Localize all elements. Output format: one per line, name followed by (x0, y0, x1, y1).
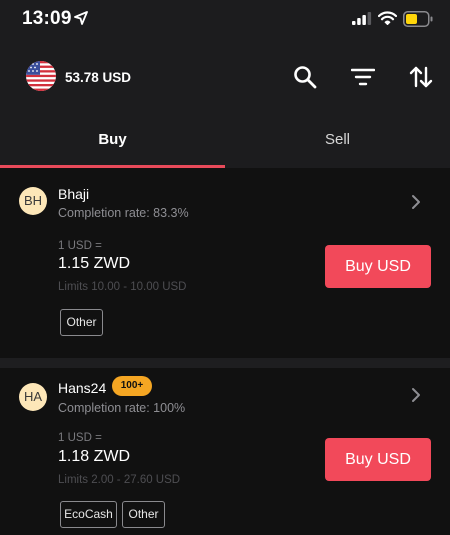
header: 53.78 USD (0, 40, 450, 114)
buy-usd-button[interactable]: Buy USD (325, 245, 431, 288)
trade-count-badge: 100+ (112, 376, 152, 396)
payment-method-tag: Other (60, 309, 103, 336)
chevron-right-icon[interactable] (410, 387, 422, 403)
offer-card[interactable]: BH Bhaji Completion rate: 83.3% 1 USD = … (0, 168, 450, 358)
offer-divider (0, 358, 450, 368)
rate-label: 1 USD = (58, 432, 102, 444)
merchant-avatar: HA (19, 383, 47, 411)
limits: Limits 10.00 - 10.00 USD (58, 281, 187, 293)
search-icon[interactable] (293, 65, 317, 89)
completion-rate: Completion rate: 100% (58, 401, 186, 415)
tab-buy[interactable]: Buy (0, 114, 225, 168)
balance-text[interactable]: 53.78 USD (65, 70, 131, 85)
price: 1.15 ZWD (58, 255, 131, 272)
completion-rate: Completion rate: 83.3% (58, 206, 189, 220)
tab-sell[interactable]: Sell (225, 114, 450, 168)
signal-icon (352, 12, 372, 25)
status-time: 13:09 (22, 8, 72, 29)
rate-label: 1 USD = (58, 240, 102, 252)
merchant-name[interactable]: Hans24 (58, 380, 106, 396)
merchant-avatar: BH (19, 187, 47, 215)
buy-usd-button[interactable]: Buy USD (325, 438, 431, 481)
wifi-icon (378, 11, 397, 25)
filter-icon[interactable] (351, 65, 375, 89)
location-arrow-icon (74, 11, 88, 25)
chevron-right-icon[interactable] (410, 194, 422, 210)
offer-card[interactable]: HA Hans24 100+ Completion rate: 100% 1 U… (0, 368, 450, 535)
tab-bar: Buy Sell (0, 114, 450, 168)
battery-icon (403, 11, 433, 27)
price: 1.18 ZWD (58, 448, 131, 465)
merchant-name[interactable]: Bhaji (58, 186, 89, 202)
us-flag-icon[interactable] (26, 61, 56, 91)
payment-method-tag: EcoCash (60, 501, 117, 528)
payment-method-tag: Other (122, 501, 165, 528)
status-bar: 13:09 (0, 0, 450, 40)
sort-icon[interactable] (409, 65, 433, 89)
limits: Limits 2.00 - 27.60 USD (58, 474, 181, 486)
